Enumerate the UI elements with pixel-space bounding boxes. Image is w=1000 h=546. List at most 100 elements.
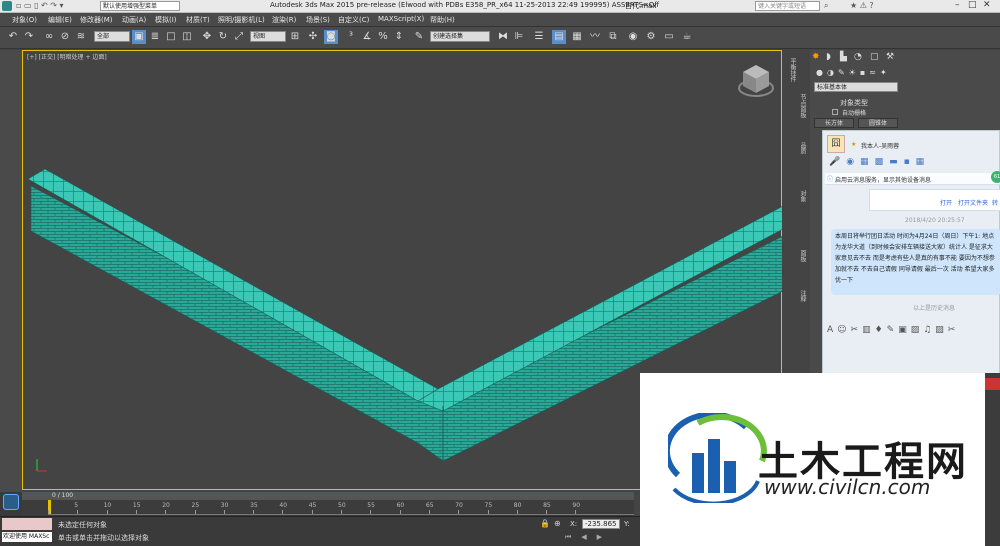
frame-counter[interactable]: 0 / 100 <box>52 492 73 499</box>
search-icon[interactable]: ⌕ <box>824 1 828 11</box>
timeline-tick-label: 40 <box>279 502 288 509</box>
object-type-rollout[interactable]: 对象类型 <box>840 98 868 108</box>
quick-access-icons[interactable]: ▫ ▭ ▯ ↶ ↷ ▾ <box>16 1 64 10</box>
menu-help[interactable]: 帮助(H) <box>430 15 455 25</box>
prompt-status: 单击或单击并拖动以选择对象 <box>58 534 149 542</box>
lock-icon[interactable]: 🔒 <box>540 519 550 528</box>
select-object-icon[interactable]: ▣ <box>132 30 146 44</box>
maximize-icon[interactable]: □ <box>968 0 977 10</box>
title-bar: ▫ ▭ ▯ ↶ ↷ ▾ 默认使用增强型菜单 Autodesk 3ds Max 2… <box>0 0 1000 13</box>
snaps-toggle-icon[interactable]: ³ <box>344 30 358 44</box>
rect-select-region-icon[interactable]: □ <box>164 30 178 44</box>
create-tab-icon[interactable]: ✸ <box>812 52 820 62</box>
menu-render[interactable]: 渲染(R) <box>272 15 296 25</box>
app-icon[interactable] <box>2 1 12 11</box>
selection-filter-dropdown[interactable]: 全部 <box>94 31 130 42</box>
maxscript-listener-bar[interactable] <box>2 518 52 530</box>
welcome-text[interactable]: 欢迎使用 MAXSc <box>2 532 52 542</box>
message-bubble[interactable]: 本周日将举行团日活动 时间为4月24日（周日）下午1: 地点为龙华大道（到时候会… <box>831 229 1000 295</box>
named-selection-set-dropdown[interactable]: 创建选择集 <box>430 31 490 42</box>
align-icon[interactable]: ⊫ <box>512 30 526 44</box>
create-category-icons[interactable]: ●◑✎☀▪≈✦ <box>816 68 891 77</box>
side-tab-4[interactable]: 面板 <box>798 250 807 262</box>
pivot-center-icon[interactable]: ⊞ <box>288 30 302 44</box>
layer-explorer-icon[interactable]: ☰ <box>532 30 546 44</box>
minimize-icon[interactable]: – <box>955 0 960 10</box>
timeline-tick <box>194 510 196 514</box>
menu-scene[interactable]: 场景(S) <box>306 15 330 25</box>
timeline-tick <box>165 510 167 514</box>
help-icons[interactable]: ★ ⚠ ? <box>850 1 874 10</box>
schematic-view-icon[interactable]: ⧉ <box>606 30 620 44</box>
open-folder-link[interactable]: 打开文件夹 <box>958 198 988 207</box>
hierarchy-tab-icon[interactable]: ▙ <box>840 52 847 62</box>
x-coord-field[interactable]: -235.865 <box>582 519 620 529</box>
scale-icon[interactable]: ⤢ <box>232 30 246 44</box>
bind-spacewarp-icon[interactable]: ≋ <box>74 30 88 44</box>
workspace-dropdown[interactable]: 默认使用增强型菜单 <box>100 1 180 11</box>
menu-lighting[interactable]: 照明/摄影机(L) <box>218 15 265 25</box>
spinner-snap-icon[interactable]: ⇕ <box>392 30 406 44</box>
angle-snap-icon[interactable]: ∡ <box>360 30 374 44</box>
side-tab-5[interactable]: 注释 <box>798 290 807 302</box>
link-icon[interactable]: ∞ <box>42 30 56 44</box>
input-toolbar-icons[interactable]: A☺✂▥♦✎▣▨♫▨✂ <box>827 325 959 335</box>
open-link[interactable]: 打开 <box>940 198 952 207</box>
playback-icons[interactable]: ⏮◀▶ <box>565 533 612 542</box>
mini-listener-area <box>0 492 22 516</box>
notice-text[interactable]: 启用云消息服务，显示其他设备消息 <box>835 175 931 184</box>
mirror-icon[interactable]: ⧓ <box>496 30 510 44</box>
time-slider[interactable]: 0 / 100 5 10 15 20 25 30 35 40 45 50 55 60 65 70 75 80 8… <box>22 492 634 516</box>
percent-snap-icon[interactable]: % <box>376 30 390 44</box>
side-tab-3[interactable]: 对象 <box>798 190 807 202</box>
timeline-tick <box>135 510 137 514</box>
menu-edit[interactable]: 编辑(E) <box>48 15 72 25</box>
modify-tab-icon[interactable]: ◗ <box>826 52 831 62</box>
scene-explorer-icon[interactable]: ▤ <box>552 30 566 44</box>
select-manipulate-icon[interactable]: ✣ <box>306 30 320 44</box>
render-production-icon[interactable]: ☕ <box>680 30 694 44</box>
rotate-icon[interactable]: ↻ <box>216 30 230 44</box>
unlink-icon[interactable]: ⊘ <box>58 30 72 44</box>
move-icon[interactable]: ✥ <box>200 30 214 44</box>
autogrid-checkbox[interactable] <box>832 109 838 115</box>
primitive-type-dropdown[interactable]: 标准基本体 <box>814 82 898 92</box>
redo-icon[interactable]: ↷ <box>22 30 36 44</box>
star-icon[interactable]: ★ <box>851 141 856 148</box>
select-by-name-icon[interactable]: ≣ <box>148 30 162 44</box>
motion-tab-icon[interactable]: ◔ <box>854 52 862 62</box>
side-tab-1[interactable]: 节点面板 <box>798 94 807 118</box>
window-crossing-icon[interactable]: ◫ <box>180 30 194 44</box>
menu-animation[interactable]: 动画(A) <box>122 15 146 25</box>
material-editor-icon[interactable]: ◉ <box>626 30 640 44</box>
edit-named-sets-icon[interactable]: ✎ <box>412 30 426 44</box>
render-frame-icon[interactable]: ▭ <box>662 30 676 44</box>
undo-icon[interactable]: ↶ <box>6 30 20 44</box>
box-button[interactable]: 长方体 <box>814 118 854 128</box>
menu-customize[interactable]: 自定义(C) <box>338 15 369 25</box>
menu-modifiers[interactable]: 修改器(M) <box>80 15 113 25</box>
side-tab-0[interactable]: 平衡挂件 <box>788 58 797 82</box>
contact-avatar[interactable]: 囧 <box>827 135 845 153</box>
display-tab-icon[interactable]: ▢ <box>870 52 879 62</box>
menu-maxscript[interactable]: MAXScript(X) <box>378 15 424 23</box>
forward-link[interactable]: 转 <box>992 198 998 207</box>
side-tab-2[interactable]: 品质 <box>798 142 807 154</box>
chat-toolbar-icons[interactable]: 🎤◉▦▩▬▪▦ <box>829 157 930 167</box>
message-timestamp: 2018/4/20 20:25:57 <box>905 217 965 224</box>
search-input[interactable]: 键入关键字或短语 <box>755 1 820 11</box>
menu-object[interactable]: 对象(O) <box>12 15 37 25</box>
graphite-tools-icon[interactable]: ▦ <box>570 30 584 44</box>
side-tab-strip: 平衡挂件 节点面板 品质 对象 面板 注释 <box>782 50 810 380</box>
curve-editor-icon[interactable]: 〰 <box>588 30 602 44</box>
absolute-mode-icon[interactable]: ⊕ <box>554 519 561 528</box>
menu-simulation[interactable]: 模拟(I) <box>155 15 177 25</box>
keyboard-shortcut-icon[interactable]: ◙ <box>324 30 338 44</box>
render-setup-icon[interactable]: ⚙ <box>644 30 658 44</box>
utilities-tab-icon[interactable]: ⚒ <box>886 52 894 62</box>
close-icon[interactable]: ✕ <box>983 0 991 10</box>
reference-coord-dropdown[interactable]: 视图 <box>250 31 286 42</box>
cone-button[interactable]: 圆锥体 <box>858 118 898 128</box>
menu-material[interactable]: 材质(T) <box>186 15 210 25</box>
mini-listener-icon[interactable] <box>3 494 19 510</box>
